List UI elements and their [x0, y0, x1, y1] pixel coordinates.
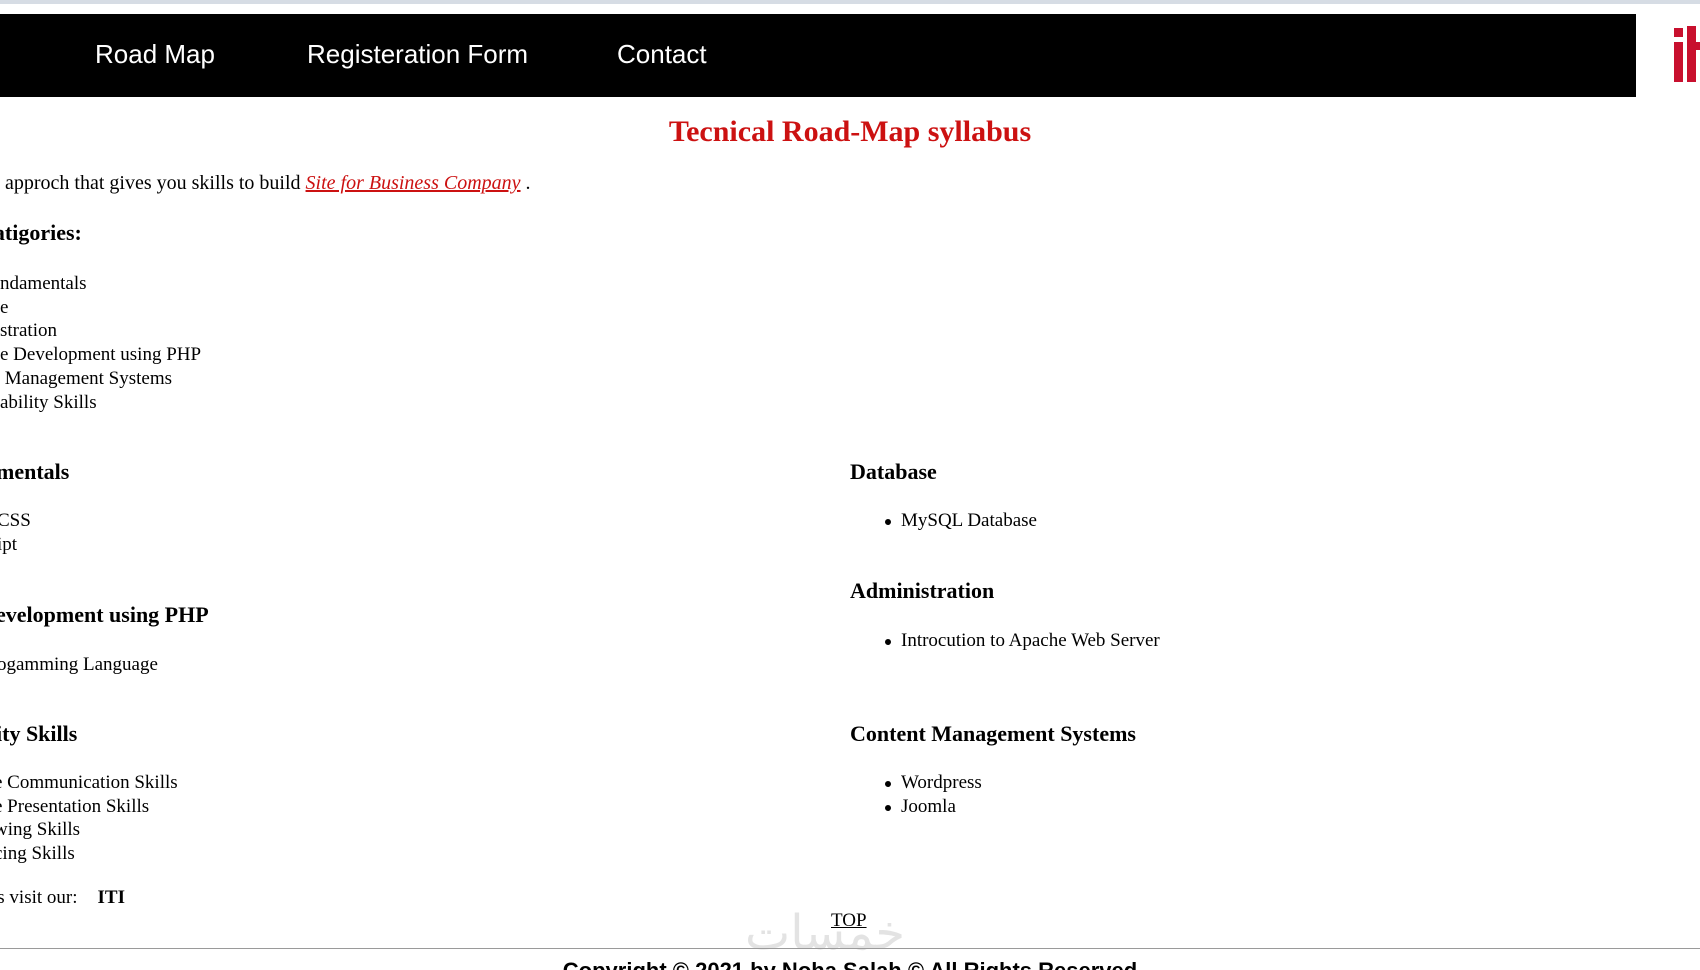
intro-prefix: d approch that gives you skills to build — [0, 172, 306, 194]
business-site-link[interactable]: Site for Business Company — [306, 172, 521, 194]
category-item[interactable]: ability Skills — [0, 391, 201, 415]
intro-paragraph: d approch that gives you skills to build… — [0, 172, 531, 195]
list-item: Joomla — [885, 795, 982, 819]
category-item[interactable]: Management Systems — [0, 367, 201, 391]
php-heading: evelopment using PHP — [0, 602, 209, 627]
footer-divider — [0, 948, 1700, 949]
category-item[interactable]: e Development using PHP — [0, 343, 201, 367]
iti-logo — [1670, 18, 1700, 88]
navbar: Road Map Registeration Form Contact — [0, 14, 1636, 97]
page-title: Tecnical Road-Map syllabus — [668, 115, 1032, 148]
list-item: e Communication Skills — [0, 772, 178, 793]
footer-copyright: Copyright © 2021 by Noha Salah © All Rig… — [0, 958, 1700, 970]
skills-heading: ity Skills — [0, 721, 78, 746]
nav-contact[interactable]: Contact — [617, 39, 707, 70]
categories-heading: Catigories: — [0, 220, 82, 245]
database-list: MySQL Database — [885, 509, 1037, 533]
list-item: ogamming Language — [0, 654, 158, 675]
list-item: ipt — [0, 533, 18, 555]
administration-list: Introcution to Apache Web Server — [885, 629, 1160, 653]
fundamentals-list: CSS ipt — [0, 509, 31, 556]
list-item: Wordpress — [885, 771, 982, 795]
list-item: wing Skills — [0, 819, 81, 841]
cms-list: Wordpress Joomla — [885, 771, 982, 818]
nav-registration-form[interactable]: Registeration Form — [307, 39, 528, 70]
database-heading: Database — [850, 459, 937, 484]
watermark: خمسات — [745, 905, 906, 961]
nav-road-map[interactable]: Road Map — [95, 39, 215, 70]
category-item[interactable]: stration — [0, 319, 201, 343]
visit-line: ls visit our: ITI — [0, 887, 125, 909]
intro-suffix: . — [520, 172, 531, 194]
visit-label: ls visit our: — [0, 887, 78, 908]
category-item[interactable]: ndamentals — [0, 272, 201, 296]
cms-heading: Content Management Systems — [850, 721, 1136, 746]
list-item: cing Skills — [0, 843, 75, 865]
categories-list: ndamentals e stration e Development usin… — [0, 272, 201, 414]
list-item: MySQL Database — [885, 509, 1037, 533]
category-item[interactable]: e — [0, 296, 201, 320]
administration-heading: Administration — [850, 578, 995, 603]
list-item: Introcution to Apache Web Server — [885, 629, 1160, 653]
top-link[interactable]: TOP — [831, 910, 867, 932]
fundamentals-heading: mentals — [0, 459, 70, 484]
skills-list: e Communication Skills e Presentation Sk… — [0, 771, 178, 866]
list-item: e Presentation Skills — [0, 795, 150, 817]
window-top-border — [0, 0, 1700, 4]
list-item: CSS — [0, 510, 31, 531]
iti-name: ITI — [97, 887, 125, 908]
php-list: ogamming Language — [0, 653, 158, 677]
